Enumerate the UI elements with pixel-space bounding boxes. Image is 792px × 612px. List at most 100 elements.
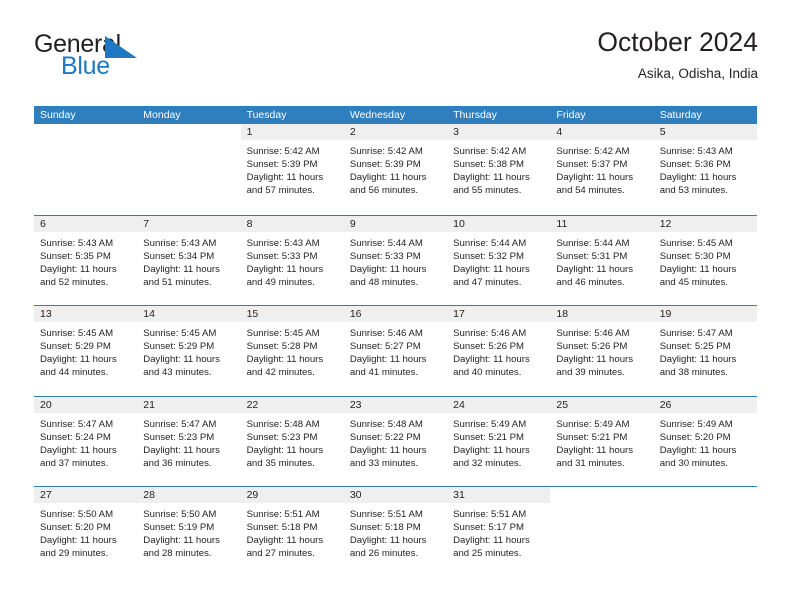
calendar-day-cell[interactable]: 30 Sunrise: 5:51 AM Sunset: 5:18 PM Dayligh… xyxy=(343,487,448,577)
daylight-text-line2: and 36 minutes. xyxy=(143,457,212,469)
day-number-band: 22 xyxy=(240,396,344,413)
calendar-day-cell[interactable]: 2 Sunrise: 5:42 AM Sunset: 5:39 PM Daylight… xyxy=(343,124,448,215)
day-number-band: 18 xyxy=(550,306,654,322)
daylight-text-line2: and 31 minutes. xyxy=(556,457,625,469)
weekday-header-wednesday: Wednesday xyxy=(349,109,406,121)
day-number: 3 xyxy=(453,126,459,138)
calendar-day-cell[interactable]: 22 Sunrise: 5:48 AM Sunset: 5:23 PM Dayligh… xyxy=(240,396,344,487)
calendar-cell-empty xyxy=(654,487,757,577)
day-number-band: 3 xyxy=(447,124,551,140)
day-number: 11 xyxy=(556,217,568,230)
sunset-text: Sunset: 5:18 PM xyxy=(349,522,421,534)
sunset-text: Sunset: 5:21 PM xyxy=(453,431,525,443)
calendar-day-cell[interactable]: 26 Sunrise: 5:49 AM Sunset: 5:20 PM Dayligh… xyxy=(653,396,757,487)
daylight-text-line2: and 30 minutes. xyxy=(659,457,728,469)
calendar-day-cell[interactable]: 18 Sunrise: 5:46 AM Sunset: 5:26 PM Dayligh… xyxy=(550,306,654,396)
calendar-day-cell[interactable]: 10 Sunrise: 5:44 AM Sunset: 5:32 PM Dayligh… xyxy=(447,215,551,306)
day-details: Sunrise: 5:46 AM Sunset: 5:26 PM Daylight:… xyxy=(550,322,653,379)
calendar-day-cell[interactable]: 11 Sunrise: 5:44 AM Sunset: 5:31 PM Dayligh… xyxy=(550,215,654,306)
daylight-text-line2: and 43 minutes. xyxy=(143,367,212,379)
day-number: 27 xyxy=(40,489,52,501)
calendar-day-cell[interactable]: 13 Sunrise: 5:45 AM Sunset: 5:29 PM Dayligh… xyxy=(34,306,138,396)
day-number: 16 xyxy=(349,308,362,320)
calendar-day-cell[interactable]: 29 Sunrise: 5:51 AM Sunset: 5:18 PM Dayligh… xyxy=(240,487,344,577)
daylight-text-line1: Daylight: 11 hours xyxy=(40,535,117,547)
day-number: 22 xyxy=(246,398,259,411)
day-number-band xyxy=(654,487,757,503)
calendar-day-cell[interactable]: 31 Sunrise: 5:51 AM Sunset: 5:17 PM Dayligh… xyxy=(447,487,551,577)
calendar-day-cell[interactable]: 23 Sunrise: 5:48 AM Sunset: 5:22 PM Dayligh… xyxy=(343,396,448,487)
daylight-text-line1: Daylight: 11 hours xyxy=(246,535,324,547)
day-details: Sunrise: 5:45 AM Sunset: 5:29 PM Daylight:… xyxy=(34,322,137,379)
day-number: 5 xyxy=(659,126,666,138)
sunset-text: Sunset: 5:38 PM xyxy=(453,159,525,171)
daylight-text-line1: Daylight: 11 hours xyxy=(246,172,324,184)
sunset-text: Sunset: 5:36 PM xyxy=(659,159,731,171)
day-details: Sunrise: 5:47 AM Sunset: 5:25 PM Daylight:… xyxy=(654,322,757,379)
day-number-band: 7 xyxy=(137,215,241,232)
sunrise-text: Sunrise: 5:46 AM xyxy=(453,328,527,339)
day-number-band: 4 xyxy=(550,124,654,140)
daylight-text-line1: Daylight: 11 hours xyxy=(659,263,737,275)
daylight-text-line2: and 53 minutes. xyxy=(659,185,728,197)
calendar-day-cell[interactable]: 8 Sunrise: 5:43 AM Sunset: 5:33 PM Daylight… xyxy=(240,215,344,306)
calendar-day-cell[interactable]: 16 Sunrise: 5:46 AM Sunset: 5:27 PM Dayligh… xyxy=(343,306,448,396)
sunrise-text: Sunrise: 5:45 AM xyxy=(143,328,217,339)
day-details: Sunrise: 5:42 AM Sunset: 5:39 PM Daylight:… xyxy=(344,140,447,197)
sunrise-text: Sunrise: 5:43 AM xyxy=(659,146,733,157)
day-number-band: 8 xyxy=(240,215,344,232)
day-number-band: 26 xyxy=(653,396,757,413)
daylight-text-line1: Daylight: 11 hours xyxy=(349,444,427,456)
daylight-text-line1: Daylight: 11 hours xyxy=(143,444,220,456)
daylight-text-line2: and 54 minutes. xyxy=(556,185,625,197)
daylight-text-line2: and 56 minutes. xyxy=(349,185,419,197)
calendar-day-cell[interactable]: 1 Sunrise: 5:42 AM Sunset: 5:39 PM Daylight… xyxy=(240,124,344,215)
daylight-text-line1: Daylight: 11 hours xyxy=(143,263,220,275)
day-number-band: 10 xyxy=(447,215,551,232)
sunrise-text: Sunrise: 5:46 AM xyxy=(556,328,630,339)
sunrise-text: Sunrise: 5:48 AM xyxy=(349,418,423,430)
day-number: 1 xyxy=(246,126,253,138)
day-number-band: 24 xyxy=(447,396,551,413)
daylight-text-line1: Daylight: 11 hours xyxy=(556,444,634,456)
calendar-day-cell[interactable]: 7 Sunrise: 5:43 AM Sunset: 5:34 PM Daylight… xyxy=(137,215,241,306)
daylight-text-line2: and 41 minutes. xyxy=(349,367,419,379)
day-number-band: 1 xyxy=(240,124,344,140)
day-details: Sunrise: 5:48 AM Sunset: 5:23 PM Daylight:… xyxy=(241,413,344,470)
day-details: Sunrise: 5:43 AM Sunset: 5:33 PM Daylight:… xyxy=(241,232,344,289)
calendar-day-cell[interactable]: 6 Sunrise: 5:43 AM Sunset: 5:35 PM Daylight… xyxy=(34,215,138,306)
calendar-day-cell[interactable]: 12 Sunrise: 5:45 AM Sunset: 5:30 PM Dayligh… xyxy=(653,215,757,306)
calendar-day-cell[interactable]: 25 Sunrise: 5:49 AM Sunset: 5:21 PM Dayligh… xyxy=(550,396,654,487)
day-number: 31 xyxy=(453,489,465,501)
calendar-day-cell[interactable]: 17 Sunrise: 5:46 AM Sunset: 5:26 PM Dayligh… xyxy=(447,306,551,396)
daylight-text-line2: and 35 minutes. xyxy=(246,457,315,469)
calendar-day-cell[interactable]: 3 Sunrise: 5:42 AM Sunset: 5:38 PM Daylight… xyxy=(447,124,551,215)
sunrise-text: Sunrise: 5:42 AM xyxy=(349,146,423,157)
calendar-day-cell[interactable]: 24 Sunrise: 5:49 AM Sunset: 5:21 PM Dayligh… xyxy=(447,396,551,487)
calendar-day-cell[interactable]: 21 Sunrise: 5:47 AM Sunset: 5:23 PM Dayligh… xyxy=(137,396,241,487)
calendar-day-cell[interactable]: 28 Sunrise: 5:50 AM Sunset: 5:19 PM Dayligh… xyxy=(137,487,241,577)
calendar-day-cell[interactable]: 14 Sunrise: 5:45 AM Sunset: 5:29 PM Dayligh… xyxy=(137,306,241,396)
daylight-text-line1: Daylight: 11 hours xyxy=(556,263,634,275)
daylight-text-line2: and 39 minutes. xyxy=(556,367,625,379)
calendar-day-cell[interactable]: 19 Sunrise: 5:47 AM Sunset: 5:25 PM Dayligh… xyxy=(653,306,757,396)
sunset-text: Sunset: 5:27 PM xyxy=(349,341,421,353)
calendar-day-cell[interactable]: 9 Sunrise: 5:44 AM Sunset: 5:33 PM Daylight… xyxy=(343,215,448,306)
calendar-week-row: 13 Sunrise: 5:45 AM Sunset: 5:29 PM Dayligh… xyxy=(34,305,757,396)
daylight-text-line1: Daylight: 11 hours xyxy=(349,535,427,547)
calendar-day-cell[interactable]: 20 Sunrise: 5:47 AM Sunset: 5:24 PM Dayligh… xyxy=(34,396,138,487)
calendar-day-cell[interactable]: 27 Sunrise: 5:50 AM Sunset: 5:20 PM Dayligh… xyxy=(34,487,138,577)
sunrise-text: Sunrise: 5:50 AM xyxy=(40,509,114,520)
calendar-day-cell[interactable]: 5 Sunrise: 5:43 AM Sunset: 5:36 PM Daylight… xyxy=(653,124,757,215)
day-details: Sunrise: 5:42 AM Sunset: 5:38 PM Daylight:… xyxy=(447,140,550,197)
calendar-day-cell[interactable]: 4 Sunrise: 5:42 AM Sunset: 5:37 PM Daylight… xyxy=(550,124,654,215)
day-number-band: 15 xyxy=(240,306,344,322)
calendar-cell-empty xyxy=(137,124,240,215)
calendar-day-cell[interactable]: 15 Sunrise: 5:45 AM Sunset: 5:28 PM Dayligh… xyxy=(240,306,344,396)
sunrise-text: Sunrise: 5:44 AM xyxy=(453,237,527,249)
brand-logo[interactable]: General Blue xyxy=(34,32,214,90)
sunset-text: Sunset: 5:23 PM xyxy=(246,431,318,443)
daylight-text-line2: and 27 minutes. xyxy=(246,548,315,560)
sunrise-text: Sunrise: 5:49 AM xyxy=(556,418,630,430)
day-details: Sunrise: 5:45 AM Sunset: 5:29 PM Daylight:… xyxy=(137,322,240,379)
